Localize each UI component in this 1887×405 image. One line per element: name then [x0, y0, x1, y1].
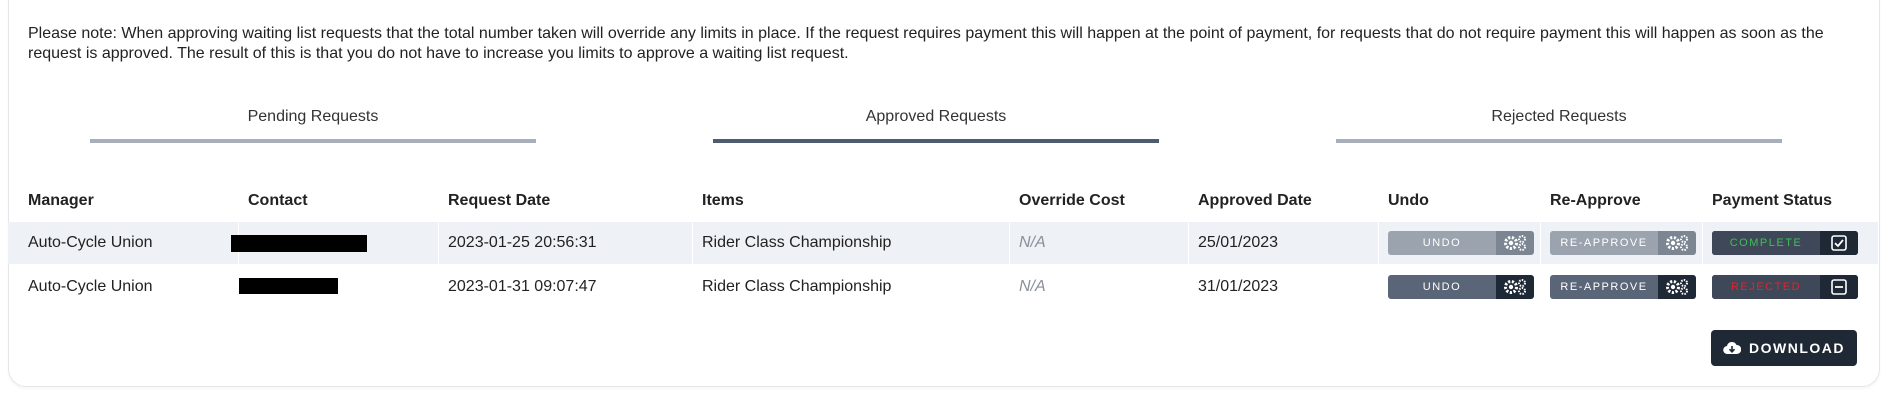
undo-label: UNDO [1388, 275, 1496, 299]
column-divider [1378, 222, 1379, 264]
gears-icon [1658, 231, 1696, 255]
checkbox-checked-icon [1820, 231, 1858, 255]
reapprove-button[interactable]: RE-APPROVE [1550, 275, 1696, 299]
undo-button[interactable]: UNDO [1388, 275, 1534, 299]
header-approved-date: Approved Date [1198, 192, 1312, 209]
download-button[interactable]: DOWNLOAD [1711, 330, 1857, 366]
reapprove-button[interactable]: RE-APPROVE [1550, 231, 1696, 255]
table-row: Auto-Cycle Union 2023-01-31 09:07:47 Rid… [8, 266, 1878, 308]
reapprove-label: RE-APPROVE [1550, 275, 1658, 299]
contact-redacted [231, 235, 367, 252]
payment-status-label: REJECTED [1712, 275, 1820, 299]
header-request-date: Request Date [448, 192, 551, 209]
column-divider [438, 222, 439, 264]
column-divider [1188, 222, 1189, 264]
gears-icon [1496, 275, 1534, 299]
header-reapprove: Re-Approve [1550, 192, 1641, 209]
header-payment-status: Payment Status [1712, 192, 1833, 209]
gears-icon [1658, 275, 1696, 299]
header-override-cost: Override Cost [1019, 192, 1125, 209]
table-row: Auto-Cycle Union 2023-01-25 20:56:31 Rid… [8, 222, 1878, 264]
cloud-download-icon [1723, 341, 1741, 355]
tab-label: Rejected Requests [1491, 108, 1627, 125]
tab-label: Approved Requests [865, 108, 1007, 125]
cell-approved-date: 25/01/2023 [1198, 234, 1279, 251]
cell-items: Rider Class Championship [702, 234, 892, 251]
column-divider [1702, 222, 1703, 264]
cell-items: Rider Class Championship [702, 278, 892, 295]
undo-button[interactable]: UNDO [1388, 231, 1534, 255]
undo-label: UNDO [1388, 231, 1496, 255]
header-contact: Contact [248, 192, 308, 209]
cell-approved-date: 31/01/2023 [1198, 278, 1279, 295]
cell-request-date: 2023-01-31 09:07:47 [448, 278, 597, 295]
payment-status-badge: REJECTED [1712, 275, 1858, 299]
payment-status-label: COMPLETE [1712, 231, 1820, 255]
tab-rejected-requests[interactable]: Rejected Requests [1336, 108, 1782, 143]
cell-override-cost: N/A [1019, 234, 1046, 251]
tab-label: Pending Requests [247, 108, 379, 125]
tab-pending-requests[interactable]: Pending Requests [90, 108, 536, 143]
tab-underline-active [713, 139, 1159, 143]
header-manager: Manager [28, 192, 94, 209]
cell-manager: Auto-Cycle Union [28, 234, 153, 251]
gears-icon [1496, 231, 1534, 255]
header-undo: Undo [1388, 192, 1429, 209]
download-label: DOWNLOAD [1749, 340, 1845, 356]
tab-underline [1336, 139, 1782, 143]
tab-underline [90, 139, 536, 143]
waiting-list-notice: Please note: When approving waiting list… [28, 25, 1824, 62]
column-divider [1540, 222, 1541, 264]
column-divider [692, 222, 693, 264]
cell-request-date: 2023-01-25 20:56:31 [448, 234, 597, 251]
column-divider [1009, 222, 1010, 264]
tab-approved-requests[interactable]: Approved Requests [713, 108, 1159, 143]
header-items: Items [702, 192, 744, 209]
cell-override-cost: N/A [1019, 278, 1046, 295]
contact-redacted [239, 278, 338, 294]
cell-manager: Auto-Cycle Union [28, 278, 153, 295]
payment-status-badge: COMPLETE [1712, 231, 1858, 255]
reapprove-label: RE-APPROVE [1550, 231, 1658, 255]
minus-square-icon [1820, 275, 1858, 299]
